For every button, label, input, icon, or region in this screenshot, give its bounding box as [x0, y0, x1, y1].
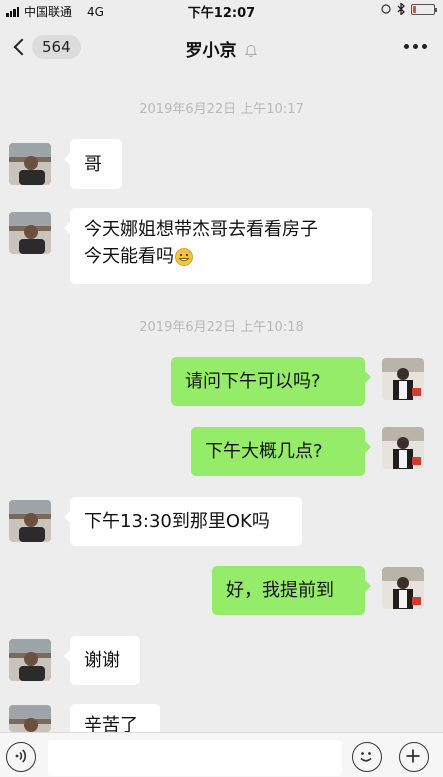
message-input[interactable]	[48, 740, 342, 776]
message-text: 今天娜姐想带杰哥去看看房子	[84, 219, 318, 240]
message-bubble-received[interactable]: 辛苦了	[70, 704, 160, 732]
location-icon	[381, 4, 391, 14]
message-text: 请问下午可以吗?	[185, 371, 321, 392]
contact-avatar[interactable]	[9, 500, 51, 542]
self-avatar[interactable]	[382, 358, 424, 400]
timestamp: 2019年6月22日 上午10:17	[139, 102, 304, 117]
message-text: 辛苦了	[84, 715, 138, 732]
battery-level	[413, 5, 416, 13]
status-right	[381, 3, 437, 15]
chat-title-wrap: 罗小京	[0, 36, 443, 61]
voice-icon[interactable]	[6, 742, 36, 772]
contact-avatar[interactable]	[9, 705, 51, 732]
timestamp: 2019年6月22日 上午10:18	[139, 320, 304, 335]
chat-title: 罗小京	[185, 41, 237, 61]
message-line-wrap: 今天能看吗	[84, 243, 194, 270]
contact-avatar[interactable]	[9, 143, 51, 185]
message-text: 下午大概几点?	[205, 441, 323, 462]
chat-header: 564 罗小京	[0, 22, 443, 72]
contact-avatar[interactable]	[9, 639, 51, 681]
plus-icon[interactable]	[399, 742, 429, 772]
battery-icon	[411, 3, 437, 15]
self-avatar[interactable]	[382, 567, 424, 609]
contact-avatar[interactable]	[9, 212, 51, 254]
message-text: 今天能看吗	[84, 246, 174, 267]
more-dots-icon[interactable]	[404, 44, 427, 49]
message-text: 谢谢	[84, 650, 120, 671]
message-bubble-received[interactable]: 哥	[64, 139, 122, 189]
input-bar	[0, 732, 443, 777]
message-bubble-sent[interactable]: 下午大概几点?	[191, 427, 371, 476]
message-bubble-received[interactable]: 今天娜姐想带杰哥去看看房子 今天能看吗	[64, 208, 372, 284]
status-time: 下午12:07	[187, 6, 256, 21]
message-bubble-sent[interactable]: 好，我提前到	[212, 566, 371, 615]
grin-sweat-emoji-icon	[175, 248, 193, 266]
status-bar: 中国联通 4G 下午12:07	[0, 0, 443, 22]
message-text: 下午13:30到那里OK吗	[84, 511, 270, 532]
message-text: 好，我提前到	[226, 580, 334, 601]
bluetooth-icon	[397, 3, 405, 15]
message-bubble-received[interactable]: 谢谢	[64, 636, 140, 685]
message-bubble-received[interactable]: 下午13:30到那里OK吗	[64, 497, 302, 546]
self-avatar[interactable]	[382, 427, 424, 469]
smile-icon[interactable]	[352, 742, 382, 772]
bell-off-icon	[245, 44, 258, 58]
message-text: 哥	[84, 153, 102, 175]
message-bubble-sent[interactable]: 请问下午可以吗?	[171, 357, 371, 406]
